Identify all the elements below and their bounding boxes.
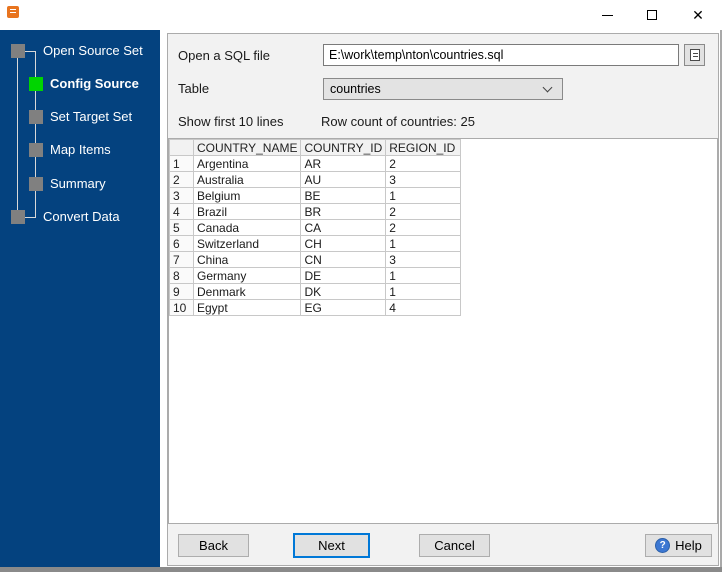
maximize-icon — [647, 10, 657, 20]
step-connector-line — [35, 51, 36, 217]
cell-country-id: DK — [300, 283, 387, 300]
row-number: 1 — [169, 155, 194, 172]
data-preview-grid: COUNTRY_NAME COUNTRY_ID REGION_ID 1 Arge… — [168, 138, 718, 524]
sql-file-input[interactable] — [323, 44, 679, 66]
cell-region-id: 1 — [385, 283, 462, 300]
row-number: 8 — [169, 267, 194, 284]
table-row[interactable]: 7 China CN 3 — [169, 251, 462, 268]
cancel-button[interactable]: Cancel — [419, 534, 490, 557]
help-button[interactable]: ? Help — [645, 534, 712, 557]
cell-country-name: Belgium — [192, 187, 302, 204]
table-row[interactable]: 1 Argentina AR 2 — [169, 155, 462, 172]
chevron-down-icon — [542, 82, 553, 93]
sql-file-label: Open a SQL file — [178, 48, 271, 63]
cell-region-id: 4 — [385, 299, 462, 316]
row-number: 7 — [169, 251, 194, 268]
table-label: Table — [178, 81, 210, 96]
app-icon — [7, 6, 19, 18]
preview-table: COUNTRY_NAME COUNTRY_ID REGION_ID 1 Arge… — [169, 139, 462, 316]
step-indicator-open-source-set — [11, 44, 25, 58]
step-indicator-summary — [29, 177, 43, 191]
cell-country-id: CN — [300, 251, 387, 268]
help-question-icon: ? — [655, 538, 671, 553]
minimize-icon — [601, 14, 613, 16]
cell-country-name: Brazil — [192, 203, 302, 220]
cell-region-id: 1 — [385, 235, 462, 252]
cell-country-id: AR — [300, 155, 387, 172]
close-icon: ✕ — [692, 7, 704, 23]
row-count-label: Row count of countries: 25 — [321, 114, 475, 129]
cell-country-id: AU — [300, 171, 387, 188]
table-row[interactable]: 5 Canada CA 2 — [169, 219, 462, 236]
step-label-open-source-set: Open Source Set — [43, 43, 143, 58]
column-header-country-name: COUNTRY_NAME — [192, 139, 302, 156]
browse-file-button[interactable] — [684, 44, 705, 66]
cell-country-name: Canada — [192, 219, 302, 236]
step-label-set-target-set: Set Target Set — [50, 109, 133, 124]
cell-country-name: China — [192, 251, 302, 268]
cell-country-id: BE — [300, 187, 387, 204]
table-row[interactable]: 10 Egypt EG 4 — [169, 299, 462, 316]
row-number: 3 — [169, 187, 194, 204]
cell-region-id: 3 — [385, 251, 462, 268]
document-icon — [689, 49, 700, 61]
table-row[interactable]: 4 Brazil BR 2 — [169, 203, 462, 220]
wizard-sidebar: Open Source Set Config Source Set Target… — [0, 30, 160, 567]
step-label-convert-data: Convert Data — [43, 209, 120, 224]
table-header-row: COUNTRY_NAME COUNTRY_ID REGION_ID — [169, 139, 462, 156]
table-row[interactable]: 8 Germany DE 1 — [169, 267, 462, 284]
cell-country-name: Denmark — [192, 283, 302, 300]
minimize-button[interactable] — [585, 0, 629, 30]
cell-region-id: 1 — [385, 187, 462, 204]
row-number: 4 — [169, 203, 194, 220]
table-select-value: countries — [330, 82, 381, 96]
cell-country-id: CA — [300, 219, 387, 236]
step-indicator-map-items — [29, 143, 43, 157]
window-bottom-edge — [0, 567, 722, 572]
table-row[interactable]: 9 Denmark DK 1 — [169, 283, 462, 300]
table-row[interactable]: 3 Belgium BE 1 — [169, 187, 462, 204]
titlebar: ✕ — [0, 0, 722, 30]
cell-country-name: Argentina — [192, 155, 302, 172]
cell-region-id: 1 — [385, 267, 462, 284]
step-label-map-items: Map Items — [50, 142, 111, 157]
maximize-button[interactable] — [630, 0, 674, 30]
table-select[interactable]: countries — [323, 78, 563, 100]
table-row[interactable]: 6 Switzerland CH 1 — [169, 235, 462, 252]
cell-country-id: BR — [300, 203, 387, 220]
cell-region-id: 2 — [385, 203, 462, 220]
close-button[interactable]: ✕ — [676, 0, 720, 30]
cell-country-id: EG — [300, 299, 387, 316]
cell-region-id: 3 — [385, 171, 462, 188]
row-number: 6 — [169, 235, 194, 252]
step-connector-line — [17, 58, 18, 210]
show-lines-label: Show first 10 lines — [178, 114, 284, 129]
next-button[interactable]: Next — [293, 533, 370, 558]
row-number: 10 — [169, 299, 194, 316]
cell-country-name: Egypt — [192, 299, 302, 316]
column-header-region-id: REGION_ID — [385, 139, 462, 156]
column-header-country-id: COUNTRY_ID — [300, 139, 387, 156]
corner-header-cell — [169, 139, 194, 156]
table-row[interactable]: 2 Australia AU 3 — [169, 171, 462, 188]
row-number: 9 — [169, 283, 194, 300]
cell-region-id: 2 — [385, 155, 462, 172]
cell-country-name: Switzerland — [192, 235, 302, 252]
step-label-config-source: Config Source — [50, 76, 139, 91]
cell-country-id: CH — [300, 235, 387, 252]
config-source-panel: Open a SQL file Table countries Show fir… — [167, 33, 719, 566]
step-indicator-convert-data — [11, 210, 25, 224]
row-number: 2 — [169, 171, 194, 188]
cell-country-name: Australia — [192, 171, 302, 188]
step-label-summary: Summary — [50, 176, 106, 191]
help-button-label: Help — [675, 538, 702, 553]
step-indicator-set-target-set — [29, 110, 43, 124]
back-button[interactable]: Back — [178, 534, 249, 557]
row-number: 5 — [169, 219, 194, 236]
cell-country-name: Germany — [192, 267, 302, 284]
cell-region-id: 2 — [385, 219, 462, 236]
step-indicator-config-source-active — [29, 77, 43, 91]
cell-country-id: DE — [300, 267, 387, 284]
